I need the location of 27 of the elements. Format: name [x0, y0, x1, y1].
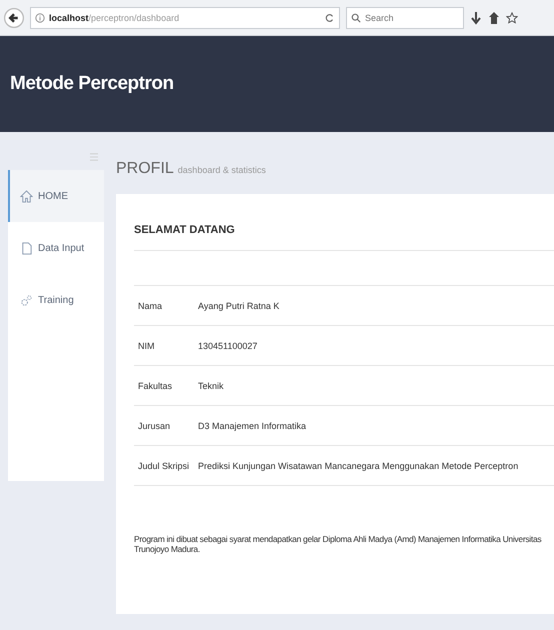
back-icon[interactable] [4, 8, 24, 28]
file-icon [20, 242, 33, 254]
table-cell-text: Teknik [198, 380, 225, 390]
app-title: Metode Perceptron [10, 73, 174, 95]
page-title: PROFIL [116, 160, 174, 178]
table-cell-text: Ayang Putri Ratna K [198, 300, 280, 310]
sidebar-item[interactable]: Training [8, 274, 104, 326]
table-cell-text: Prediksi Kunjungan Wisatawan Mancanegara Menggunakan Metode Perceptron [198, 460, 520, 470]
table-cell-text: Jurusan [137, 420, 172, 430]
table-cell-text: 130451100027 [198, 340, 258, 350]
table-cell-text: NIM [137, 340, 156, 350]
address-bar[interactable]: localhost/perceptron/dashboard [30, 6, 340, 28]
table-cell-text: Judul Skripsi [137, 460, 190, 470]
sidebar-item[interactable]: Data Input [8, 222, 104, 274]
url-text: localhost/perceptron/dashboard [49, 12, 180, 22]
sidebar-item[interactable]: HOME [8, 170, 104, 222]
note-text: Program ini dibuat sebagai syarat mendapatkan gelar Diploma Ahli Madya (Amd) Manajemen Informatika Universitas Trunojoyo Madura. [134, 534, 542, 554]
info-icon[interactable] [35, 12, 45, 22]
reload-icon[interactable] [325, 12, 335, 22]
star-icon[interactable] [506, 10, 518, 24]
table-cell-text: D3 Manajemen Informatika [198, 420, 308, 430]
search-field[interactable]: Search [346, 6, 464, 28]
download-icon[interactable] [470, 10, 482, 24]
table-cell-text: Fakultas [137, 380, 174, 390]
page-subtitle: dashboard & statistics [178, 165, 266, 175]
table-cell-text: Nama [137, 300, 164, 310]
card-title: SELAMAT DATANG [134, 212, 554, 251]
